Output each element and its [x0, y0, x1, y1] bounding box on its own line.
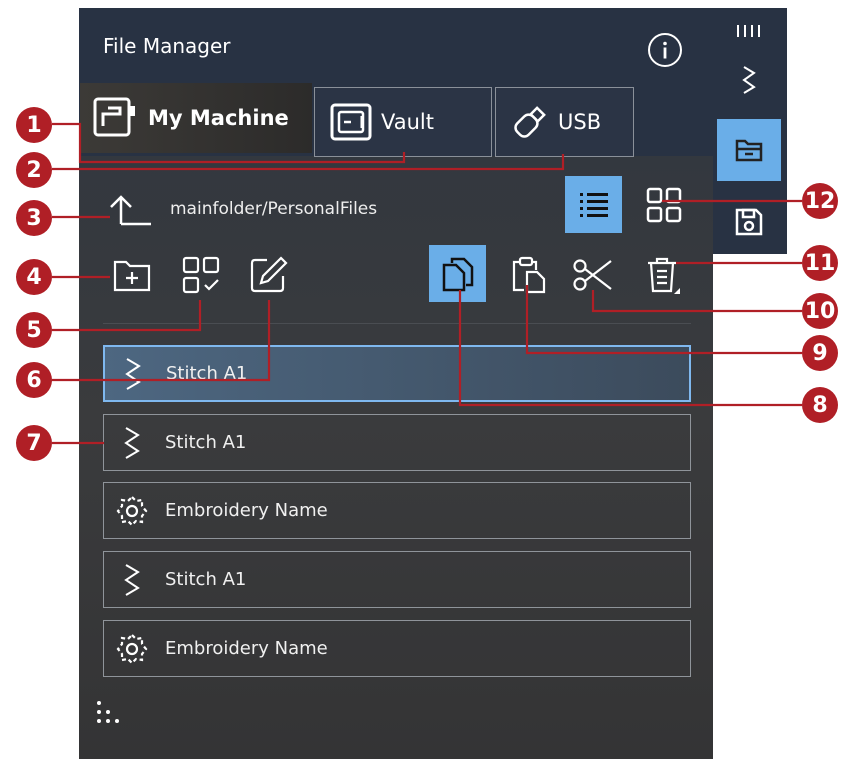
- tab-usb[interactable]: USB: [495, 87, 634, 157]
- sewing-machine-icon: [93, 97, 135, 137]
- menu-icon[interactable]: [717, 18, 781, 44]
- vault-icon: [330, 103, 372, 141]
- file-name: Embroidery Name: [165, 638, 328, 659]
- divider: [103, 323, 691, 324]
- file-name: Embroidery Name: [165, 500, 328, 521]
- file-list-item[interactable]: Embroidery Name: [103, 620, 691, 677]
- callout-12: 12: [802, 183, 838, 219]
- stitch-icon[interactable]: [717, 58, 781, 102]
- callout-5: 5: [16, 312, 52, 348]
- info-icon[interactable]: [648, 33, 682, 67]
- file-name: Stitch A1: [166, 363, 248, 384]
- tab-label: USB: [558, 110, 602, 134]
- delete-icon[interactable]: [637, 250, 687, 300]
- callout-2: 2: [16, 152, 52, 188]
- tab-vault[interactable]: Vault: [314, 87, 492, 157]
- callout-7: 7: [16, 425, 52, 461]
- stitch-icon: [124, 357, 141, 390]
- list-view-icon[interactable]: [565, 176, 622, 233]
- callout-3: 3: [16, 200, 52, 236]
- file-name: Stitch A1: [165, 432, 247, 453]
- embroidery-icon: [116, 632, 147, 665]
- rename-icon[interactable]: [244, 251, 292, 299]
- callout-10: 10: [802, 293, 838, 329]
- callout-11: 11: [802, 245, 838, 281]
- usb-stick-icon: [514, 106, 546, 138]
- file-list-item[interactable]: Embroidery Name: [103, 482, 691, 539]
- save-icon[interactable]: [717, 196, 781, 248]
- tab-label: Vault: [381, 110, 434, 134]
- copy-icon[interactable]: [429, 245, 486, 302]
- callout-1: 1: [16, 107, 52, 143]
- file-list-item[interactable]: Stitch A1: [103, 345, 691, 402]
- grid-view-icon[interactable]: [637, 178, 691, 232]
- select-all-icon[interactable]: [177, 251, 225, 299]
- folder-path: mainfolder/PersonalFiles: [170, 199, 378, 219]
- back-arrow-icon[interactable]: [106, 190, 156, 230]
- tab-label: My Machine: [148, 106, 289, 130]
- page-title: File Manager: [103, 34, 231, 58]
- new-folder-icon[interactable]: [108, 251, 156, 299]
- file-list-item[interactable]: Stitch A1: [103, 414, 691, 471]
- resize-handle-icon[interactable]: [88, 692, 128, 732]
- stitch-icon: [123, 426, 140, 459]
- stitch-icon: [123, 563, 140, 596]
- paste-icon[interactable]: [503, 250, 553, 300]
- callout-9: 9: [802, 335, 838, 371]
- folder-icon[interactable]: [717, 119, 781, 181]
- file-name: Stitch A1: [165, 569, 247, 590]
- callout-4: 4: [16, 259, 52, 295]
- cut-icon[interactable]: [568, 250, 618, 300]
- callout-8: 8: [802, 387, 838, 423]
- callout-6: 6: [16, 362, 52, 398]
- embroidery-icon: [116, 494, 147, 527]
- file-list-item[interactable]: Stitch A1: [103, 551, 691, 608]
- tab-my-machine[interactable]: My Machine: [80, 83, 312, 153]
